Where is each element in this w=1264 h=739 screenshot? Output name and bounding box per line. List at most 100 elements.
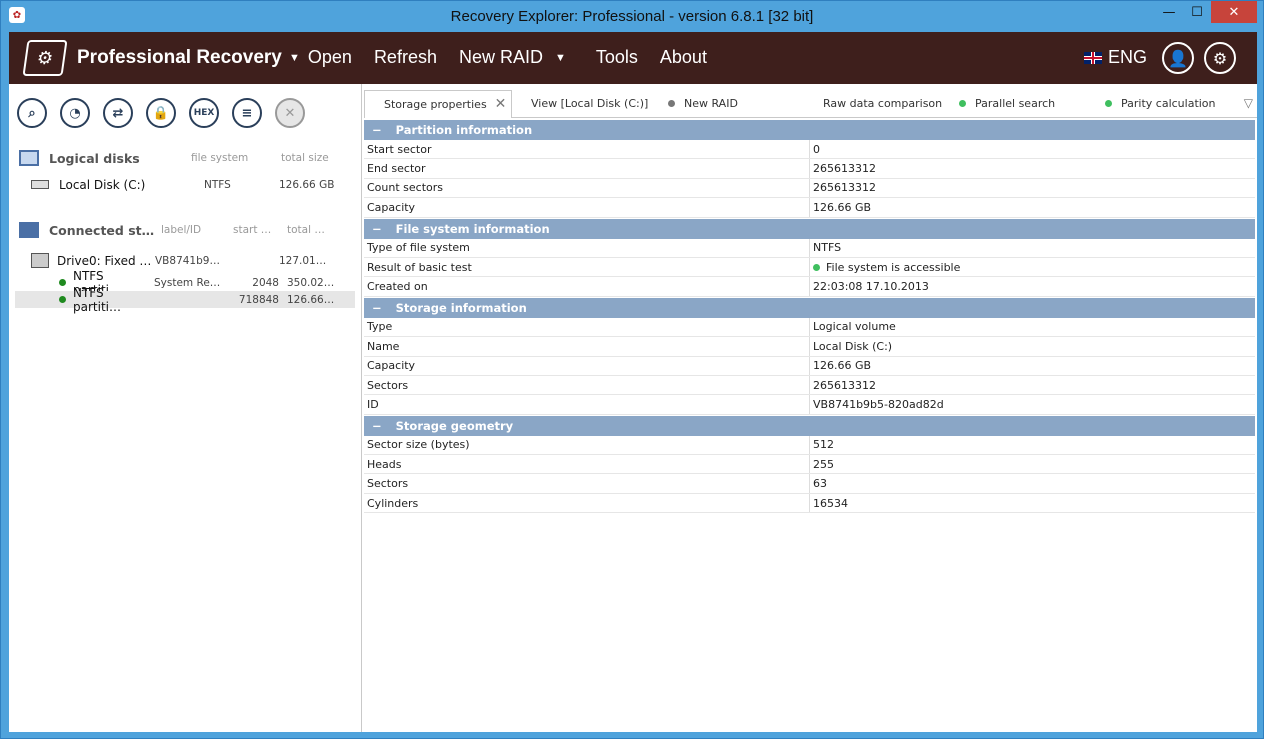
list-button[interactable]: ≡ [232, 98, 262, 128]
logical-disk-name: Local Disk (C:) [59, 177, 146, 192]
property-row[interactable]: Sectors 63 [364, 474, 1255, 494]
menu-tools[interactable]: Tools [596, 47, 638, 68]
search-button[interactable]: ⌕ [17, 98, 47, 128]
app-window: ✿ Recovery Explorer: Professional - vers… [0, 0, 1264, 739]
group-header[interactable]: − File system information [364, 217, 1255, 239]
property-row[interactable]: Count sectors 265613312 [364, 178, 1255, 199]
column-start: start … [233, 224, 272, 236]
drive-total: 127.01… [279, 254, 327, 267]
tab-overflow-icon[interactable]: ▽ [1244, 96, 1253, 110]
tab-status-dot-icon [1105, 100, 1112, 107]
collapse-icon[interactable]: − [372, 222, 382, 236]
tab-label: Parallel search [975, 97, 1056, 110]
list-icon: ≡ [241, 105, 253, 121]
user-button[interactable]: 👤 [1162, 42, 1194, 74]
search-icon: ⌕ [28, 105, 36, 121]
menu-open-label: Open [307, 47, 352, 67]
scan-button[interactable]: ◔ [60, 98, 90, 128]
image-icon: ⇄ [112, 105, 124, 121]
partition-total: 350.02… [287, 276, 335, 289]
property-row[interactable]: Capacity 126.66 GB [364, 198, 1255, 218]
partition-name: NTFS partiti… [73, 285, 121, 314]
property-value-cell: 16534 [810, 497, 848, 510]
property-row[interactable]: ID VB8741b9b5-820ad82d [364, 395, 1255, 415]
settings-button[interactable]: ⚙ [1204, 42, 1236, 74]
gear-icon: ⚙ [1212, 48, 1228, 68]
property-row[interactable]: Start sector 0 [364, 140, 1255, 160]
menu-refresh-label: Refresh [373, 47, 437, 67]
property-row[interactable]: Cylinders 16534 [364, 493, 1255, 514]
tab-parity-calculation[interactable]: Parity calculation [1095, 90, 1241, 118]
property-key: Count sectors [364, 178, 810, 198]
logical-disks-header: Logical disks file system total size [19, 150, 349, 166]
column-total: total … [287, 224, 325, 236]
tab-raw-data-comparison[interactable]: Raw data comparison [804, 90, 949, 118]
collapse-icon[interactable]: − [372, 123, 382, 137]
property-key: Name [364, 337, 810, 356]
property-row[interactable]: Sectors 265613312 [364, 375, 1255, 396]
partition-row-selected[interactable]: NTFS partiti… 718848 126.66… [15, 286, 355, 314]
menu-about[interactable]: About [660, 47, 707, 68]
tab-storage-properties[interactable]: Storage properties ✕ [364, 89, 512, 118]
property-value: 126.66 GB [813, 359, 872, 373]
property-row[interactable]: Heads 255 [364, 455, 1255, 475]
tab-parallel-search[interactable]: Parallel search [949, 90, 1095, 118]
menu-tools-label: Tools [595, 47, 638, 67]
collapse-icon[interactable]: − [372, 419, 382, 433]
property-value: 63 [813, 477, 827, 491]
property-value-cell: 265613312 [810, 162, 876, 175]
property-row[interactable]: Type of file system NTFS [364, 238, 1255, 258]
property-value-cell: Logical volume [810, 320, 896, 333]
property-value-cell: 512 [810, 438, 834, 451]
property-row[interactable]: Capacity 126.66 GB [364, 356, 1255, 376]
menu-refresh[interactable]: Refresh [374, 47, 437, 68]
property-value: Local Disk (C:) [813, 339, 893, 353]
tab-view-local-disk-c[interactable]: View [Local Disk (C:)] [512, 90, 658, 118]
partition-start: 718848 [238, 293, 279, 306]
maximize-button[interactable]: ☐ [1183, 1, 1211, 23]
drive-label: VB8741b9… [155, 254, 220, 267]
property-value-cell: NTFS [810, 241, 841, 254]
property-key: Start sector [364, 140, 810, 159]
property-value-cell: 255 [810, 458, 834, 471]
logical-disk-size: 126.66 GB [279, 178, 335, 191]
drive-row[interactable]: Drive0: Fixed … VB8741b9… 127.01… [31, 252, 351, 269]
property-value: 126.66 GB [813, 200, 872, 214]
group-header[interactable]: − Partition information [364, 119, 1255, 140]
hex-label: HEX [193, 108, 215, 118]
property-row[interactable]: Name Local Disk (C:) [364, 337, 1255, 357]
property-row[interactable]: End sector 265613312 [364, 159, 1255, 179]
group-header[interactable]: − Storage information [364, 296, 1255, 318]
lock-button[interactable]: 🔒 [146, 98, 176, 128]
logical-disks-title: Logical disks [49, 150, 140, 166]
property-value: 22:03:08 17.10.2013 [813, 280, 929, 294]
property-key: Type of file system [364, 238, 810, 257]
logical-disk-row[interactable]: Local Disk (C:) NTFS 126.66 GB [31, 176, 351, 193]
menu-new-raid[interactable]: New RAID ▼ [459, 47, 574, 68]
minimize-button[interactable]: — [1155, 1, 1183, 23]
property-value-cell: 265613312 [810, 379, 876, 392]
menu-open[interactable]: ▼ Open [289, 47, 352, 68]
property-key: Capacity [364, 198, 810, 217]
collapse-icon[interactable]: − [372, 301, 382, 315]
property-row[interactable]: Result of basic test File system is acces… [364, 257, 1255, 278]
hex-button[interactable]: HEX [189, 98, 219, 128]
property-key: Result of basic test [364, 257, 810, 277]
close-button[interactable]: ✕ [1211, 1, 1257, 23]
group-header[interactable]: − Storage geometry [364, 414, 1255, 436]
language-selector[interactable]: ENG [1084, 47, 1147, 68]
tab-close-icon[interactable]: ✕ [495, 96, 507, 112]
tab-new-raid[interactable]: New RAID [658, 90, 804, 118]
property-row[interactable]: Created on 22:03:08 17.10.2013 [364, 277, 1255, 297]
property-row[interactable]: Type Logical volume [364, 317, 1255, 338]
image-button[interactable]: ⇄ [103, 98, 133, 128]
tab-label: Raw data comparison [823, 97, 943, 110]
scan-icon: ◔ [69, 105, 81, 121]
property-value-cell: VB8741b9b5-820ad82d [810, 398, 944, 411]
disk-icon [31, 180, 49, 189]
properties-grid: − Partition information Start sector 0 End s… [364, 119, 1255, 514]
group-title: Partition information [395, 123, 533, 137]
close-item-button[interactable]: ✕ [275, 98, 305, 128]
partition-start: 2048 [252, 276, 279, 289]
property-row[interactable]: Sector size (bytes) 512 [364, 435, 1255, 456]
